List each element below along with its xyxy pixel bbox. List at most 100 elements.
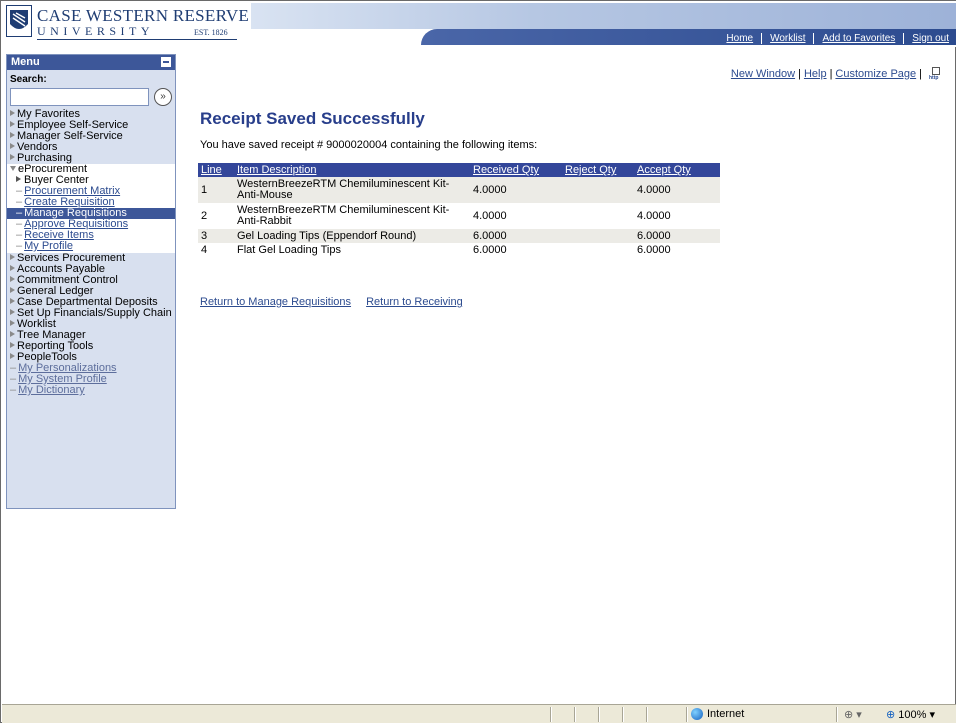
expand-icon xyxy=(10,276,15,282)
cell-line: 4 xyxy=(198,243,234,257)
university-logo[interactable]: CASE WESTERN RESERVE UNIVERSITY EST. 182… xyxy=(6,5,250,40)
expand-icon xyxy=(10,132,15,138)
receipt-items-table: Line Item Description Received Qty Rejec… xyxy=(198,163,720,257)
menu-item-my-profile[interactable]: – My Profile xyxy=(7,241,175,252)
status-divider xyxy=(550,707,552,722)
add-to-favorites-link[interactable]: Add to Favorites xyxy=(814,33,903,44)
menu-group-eprocurement: eProcurement Buyer Center – Procurement M… xyxy=(7,164,175,253)
zoom-control[interactable]: ⊕ 100% ▾ xyxy=(886,708,935,721)
receipt-message: You have saved receipt # 9000020004 cont… xyxy=(200,139,538,151)
customize-page-link[interactable]: Customize Page xyxy=(835,68,916,80)
cell-received: 6.0000 xyxy=(470,229,562,243)
cell-received: 6.0000 xyxy=(470,243,562,257)
cell-accept: 6.0000 xyxy=(634,229,720,243)
logo-rule xyxy=(37,39,237,40)
cell-line: 3 xyxy=(198,229,234,243)
expand-icon xyxy=(10,121,15,127)
expand-icon xyxy=(10,309,15,315)
seal-icon xyxy=(6,5,32,37)
sign-out-link[interactable]: Sign out xyxy=(904,33,956,44)
cell-accept: 6.0000 xyxy=(634,243,720,257)
dash-icon: – xyxy=(16,240,23,252)
status-divider xyxy=(836,707,838,722)
chevron-down-icon: ▾ xyxy=(929,709,936,721)
new-window-link[interactable]: New Window xyxy=(731,68,795,80)
header-line[interactable]: Line xyxy=(198,163,234,177)
worklist-link[interactable]: Worklist xyxy=(762,33,813,44)
expand-icon xyxy=(10,331,15,337)
cell-received: 4.0000 xyxy=(470,203,562,229)
banner: CASE WESTERN RESERVE UNIVERSITY EST. 182… xyxy=(1,1,956,47)
header-reject-qty[interactable]: Reject Qty xyxy=(562,163,634,177)
return-to-receiving-link[interactable]: Return to Receiving xyxy=(366,296,463,308)
header-label: Reject Qty xyxy=(565,164,617,176)
divider: | xyxy=(919,68,922,80)
header-label: Line xyxy=(201,164,222,176)
search-label: Search: xyxy=(10,74,47,85)
globe-icon xyxy=(691,708,703,720)
divider: | xyxy=(829,68,833,80)
collapse-arrow-icon xyxy=(10,166,16,171)
expand-icon xyxy=(10,342,15,348)
expand-icon xyxy=(10,154,15,160)
status-divider xyxy=(646,707,648,722)
header-label: Item Description xyxy=(237,164,317,176)
http-icon[interactable]: http xyxy=(929,67,943,81)
protected-mode-icon[interactable]: ⊕ ▾ xyxy=(844,708,862,721)
sidebar-menu: Menu Search: » My Favorites Employee Sel… xyxy=(6,54,176,509)
cell-reject xyxy=(562,177,634,203)
expand-icon xyxy=(10,143,15,149)
menu-link[interactable]: My Profile xyxy=(24,240,73,252)
search-input[interactable] xyxy=(10,88,149,106)
search-row: » xyxy=(7,87,175,109)
expand-icon xyxy=(16,176,21,182)
page-icon xyxy=(932,67,940,75)
menu-header: Menu xyxy=(7,55,175,70)
status-bar: Internet ⊕ ▾ ⊕ 100% ▾ xyxy=(2,704,956,723)
header-accept-qty[interactable]: Accept Qty xyxy=(634,163,720,177)
expand-icon xyxy=(10,110,15,116)
table-header-row: Line Item Description Received Qty Rejec… xyxy=(198,163,720,177)
expand-icon xyxy=(10,298,15,304)
table-row: 1 WesternBreezeRTM Chemiluminescent Kit-… xyxy=(198,177,720,203)
browser-frame: CASE WESTERN RESERVE UNIVERSITY EST. 182… xyxy=(0,0,956,723)
cell-description: Gel Loading Tips (Eppendorf Round) xyxy=(234,229,470,243)
page-title: Receipt Saved Successfully xyxy=(200,109,425,128)
menu-item-my-dictionary[interactable]: – My Dictionary xyxy=(7,385,175,396)
help-link[interactable]: Help xyxy=(804,68,827,80)
return-links: Return to Manage Requisitions Return to … xyxy=(200,296,475,308)
cell-accept: 4.0000 xyxy=(634,177,720,203)
search-go-icon[interactable]: » xyxy=(154,88,172,106)
security-zone[interactable]: Internet xyxy=(691,708,744,720)
logo-line1: CASE WESTERN RESERVE xyxy=(37,6,250,25)
expand-icon xyxy=(10,353,15,359)
zoom-level: 100% xyxy=(898,709,927,721)
cell-line: 2 xyxy=(198,203,234,229)
expand-icon xyxy=(10,265,15,271)
collapse-icon[interactable] xyxy=(161,57,171,67)
header-label: Accept Qty xyxy=(637,164,691,176)
expand-icon xyxy=(10,254,15,260)
home-link[interactable]: Home xyxy=(718,33,761,44)
cell-accept: 4.0000 xyxy=(634,203,720,229)
header-received-qty[interactable]: Received Qty xyxy=(470,163,562,177)
logo-line2: UNIVERSITY xyxy=(37,24,154,38)
cell-reject xyxy=(562,203,634,229)
menu-link[interactable]: My Dictionary xyxy=(18,384,85,396)
header-label: Received Qty xyxy=(473,164,540,176)
cell-description: WesternBreezeRTM Chemiluminescent Kit- An… xyxy=(234,203,470,229)
http-text: http xyxy=(929,75,939,81)
header-item-description[interactable]: Item Description xyxy=(234,163,470,177)
status-divider xyxy=(598,707,600,722)
zoom-icon: ⊕ xyxy=(886,709,896,721)
table-row: 4 Flat Gel Loading Tips 6.0000 6.0000 xyxy=(198,243,720,257)
menu-title: Menu xyxy=(11,56,40,68)
expand-icon xyxy=(10,287,15,293)
description-line2: Anti-Mouse xyxy=(237,189,293,201)
status-divider xyxy=(686,707,688,722)
banner-band-light xyxy=(251,3,956,29)
cell-received: 4.0000 xyxy=(470,177,562,203)
return-to-manage-requisitions-link[interactable]: Return to Manage Requisitions xyxy=(200,296,351,308)
cell-description: Flat Gel Loading Tips xyxy=(234,243,470,257)
cell-description: WesternBreezeRTM Chemiluminescent Kit- An… xyxy=(234,177,470,203)
